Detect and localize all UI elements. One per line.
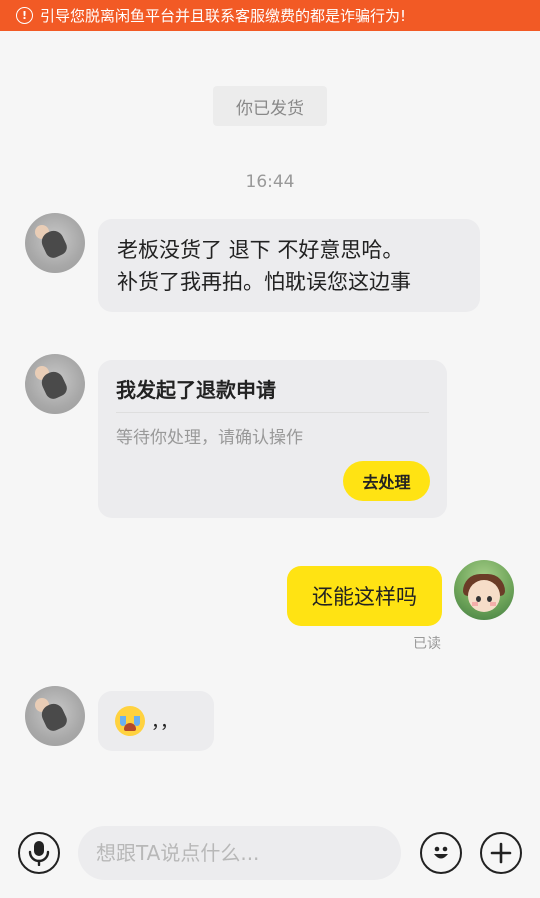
emoji-icon <box>434 846 448 859</box>
warning-circle-icon: ! <box>16 7 33 24</box>
seller-avatar[interactable] <box>25 354 85 414</box>
my-message-bubble[interactable]: 还能这样吗 <box>287 566 442 626</box>
more-button[interactable] <box>480 832 522 874</box>
seller-message-bubble[interactable]: 老板没货了 退下 不好意思哈。 补货了我再拍。怕耽误您这边事 <box>98 219 480 312</box>
message-text: 还能这样吗 <box>312 585 417 609</box>
read-status: 已读 <box>413 636 441 652</box>
seller-emoji-bubble[interactable]: ，， <box>98 691 214 751</box>
message-line: 补货了我再拍。怕耽误您这边事 <box>117 270 411 294</box>
refund-request-card[interactable]: 我发起了退款申请 等待你处理，请确认操作 去处理 <box>98 360 447 518</box>
refund-card-subtitle: 等待你处理，请确认操作 <box>116 428 303 448</box>
emoji-button[interactable] <box>420 832 462 874</box>
plus-icon <box>490 842 512 864</box>
message-input[interactable] <box>78 826 401 880</box>
crying-emoji-icon <box>115 706 145 736</box>
message-text: ，， <box>151 712 178 733</box>
seller-avatar[interactable] <box>25 213 85 273</box>
fraud-warning-text: 引导您脱离闲鱼平台并且联系客服缴费的都是诈骗行为! <box>40 7 407 25</box>
refund-card-title: 我发起了退款申请 <box>116 378 276 402</box>
message-line: 老板没货了 退下 不好意思哈。 <box>117 238 404 262</box>
seller-avatar[interactable] <box>25 686 85 746</box>
voice-button[interactable] <box>18 832 60 874</box>
fraud-warning-bar: ! 引导您脱离闲鱼平台并且联系客服缴费的都是诈骗行为! <box>0 0 540 31</box>
message-timestamp: 16:44 <box>245 172 295 192</box>
divider <box>116 412 429 413</box>
input-bar <box>0 811 540 898</box>
my-avatar[interactable] <box>454 560 514 620</box>
microphone-icon <box>28 841 50 866</box>
chat-area[interactable]: 你已发货 16:44 老板没货了 退下 不好意思哈。 补货了我再拍。怕耽误您这边… <box>0 31 540 811</box>
system-notice: 你已发货 <box>213 86 327 126</box>
process-refund-button[interactable]: 去处理 <box>343 461 430 501</box>
